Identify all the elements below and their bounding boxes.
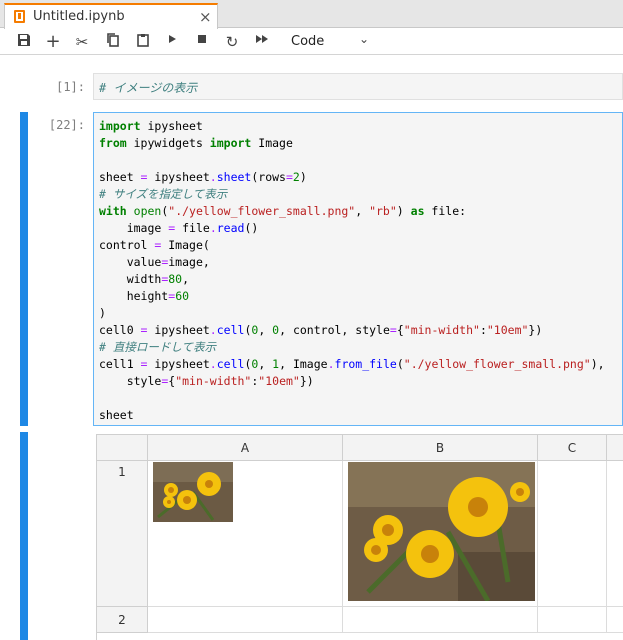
plus-icon[interactable]: + [44,33,62,51]
markdown-cell[interactable]: # イメージの表示 [93,73,623,100]
row-header-1[interactable]: 1 [97,461,148,607]
notebook-icon [14,10,25,23]
restart-icon[interactable]: ↻ [223,33,241,51]
code-source: import ipysheet from ipywidgets import Im… [99,119,605,422]
ipysheet-grid: A B C 1 2 [96,434,623,640]
column-header-d[interactable] [607,435,623,461]
close-icon[interactable]: × [199,8,212,26]
copy-icon[interactable] [104,33,122,51]
row-header-2[interactable]: 2 [97,607,148,633]
tab-bar: Untitled.ipynb × [0,0,623,29]
sheet-cell-a1[interactable] [148,461,343,607]
cell-type-select[interactable]: Code [291,34,324,49]
sheet-cell-b2[interactable] [343,607,538,633]
column-header-a[interactable]: A [148,435,343,461]
flower-image-small [153,462,233,522]
sheet-cell-c1[interactable] [538,461,607,607]
notebook-panel: [1]: # イメージの表示 [22]: import ipysheet from… [0,56,623,640]
corner-header [97,435,148,461]
column-header-b[interactable]: B [343,435,538,461]
cell-prompt: [22]: [48,118,85,132]
sheet-cell-d1[interactable] [607,461,623,607]
output-collapser[interactable] [20,432,28,640]
tab-title: Untitled.ipynb [33,9,125,24]
sheet-cell-a2[interactable] [148,607,343,633]
flower-image-large [348,462,535,601]
notebook-tab[interactable]: Untitled.ipynb × [4,3,218,29]
sheet-cell-c2[interactable] [538,607,607,633]
active-cell-collapser[interactable] [20,112,28,426]
sheet-cell-d2[interactable] [607,607,623,633]
scissors-icon[interactable]: ✂ [73,33,91,51]
notebook-toolbar: + ✂ ↻ Code ⌄ [0,29,623,55]
stop-icon[interactable] [193,33,211,51]
sheet-cell-b1[interactable] [343,461,538,607]
fast-forward-icon[interactable] [253,33,271,51]
clipboard-icon[interactable] [134,33,152,51]
code-cell-editor[interactable]: import ipysheet from ipywidgets import Im… [93,112,623,426]
save-icon[interactable] [15,33,33,51]
play-icon[interactable] [163,33,181,51]
chevron-down-icon[interactable]: ⌄ [359,32,369,46]
column-header-c[interactable]: C [538,435,607,461]
cell-prompt: [1]: [56,80,85,94]
markdown-source: # イメージの表示 [99,81,198,95]
